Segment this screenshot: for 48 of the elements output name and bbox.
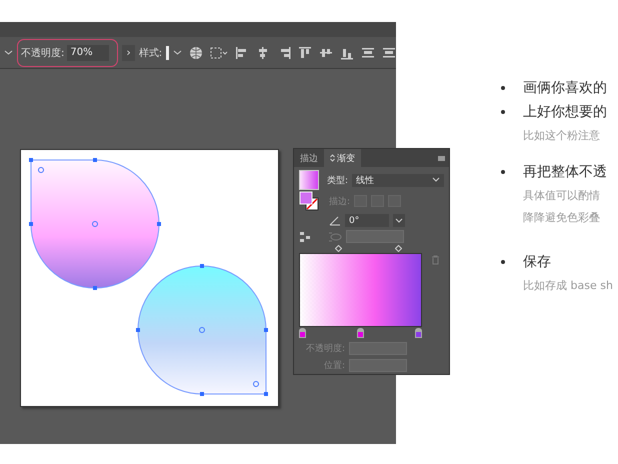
- color-stop[interactable]: [415, 328, 422, 338]
- panel-tab[interactable]: 渐变: [324, 149, 361, 167]
- midpoint-icon[interactable]: [395, 245, 402, 252]
- teardrop-shape[interactable]: [29, 158, 161, 290]
- selection-icon[interactable]: [210, 46, 228, 58]
- chevron-icon: [432, 177, 440, 183]
- bullet-icon: [501, 86, 505, 90]
- reverse-gradient-icon[interactable]: [299, 230, 311, 242]
- fill-stroke-icon[interactable]: [299, 191, 319, 211]
- note-text: 降降避免色彩叠: [523, 210, 600, 226]
- type-select[interactable]: 线性: [352, 174, 444, 186]
- note-text: 上好你想要的: [523, 103, 607, 122]
- align-icon[interactable]: [256, 46, 270, 60]
- color-stop[interactable]: [357, 328, 364, 338]
- angle-icon: [329, 216, 341, 226]
- note-text: 比如这个粉注意: [523, 128, 600, 144]
- gradient-swatch[interactable]: [299, 170, 319, 190]
- style-label: 样式:: [138, 46, 162, 60]
- bullet-icon: [501, 110, 505, 114]
- bullet-icon: [501, 170, 505, 174]
- note-text: 具体值可以酌情: [523, 188, 600, 204]
- opacity-field[interactable]: 70%: [67, 44, 110, 60]
- teardrop-shape[interactable]: [136, 264, 268, 396]
- angle-field[interactable]: 0°: [345, 214, 389, 227]
- align-icon[interactable]: [298, 46, 312, 60]
- updown-icon: [330, 154, 335, 162]
- panel-menu-icon[interactable]: [438, 156, 445, 160]
- type-label: 类型:: [327, 174, 348, 186]
- note-text: 画俩你喜欢的: [523, 79, 607, 98]
- bullet-icon: [501, 260, 505, 264]
- align-icon[interactable]: [382, 46, 396, 60]
- note-text: 保存: [523, 253, 551, 272]
- chevron-icon[interactable]: [4, 48, 13, 57]
- more-button[interactable]: ›: [122, 44, 135, 60]
- aspect-icon: [328, 232, 342, 242]
- style-swatch[interactable]: [166, 46, 169, 60]
- note-text: 再把整体不透: [523, 163, 607, 182]
- panel-tab[interactable]: 描边: [294, 149, 324, 167]
- note-text: 比如存成 base sh: [523, 278, 613, 294]
- globe-icon[interactable]: [189, 46, 203, 60]
- color-stop[interactable]: [299, 328, 306, 338]
- midpoint-icon[interactable]: [335, 245, 342, 252]
- gradient-bar[interactable]: [299, 253, 422, 327]
- chevron-icon[interactable]: [393, 214, 405, 227]
- opacity-label: 不透明度:: [21, 46, 64, 60]
- align-icon[interactable]: [235, 46, 249, 60]
- align-icon[interactable]: [361, 46, 375, 60]
- chevron-icon[interactable]: [173, 48, 182, 57]
